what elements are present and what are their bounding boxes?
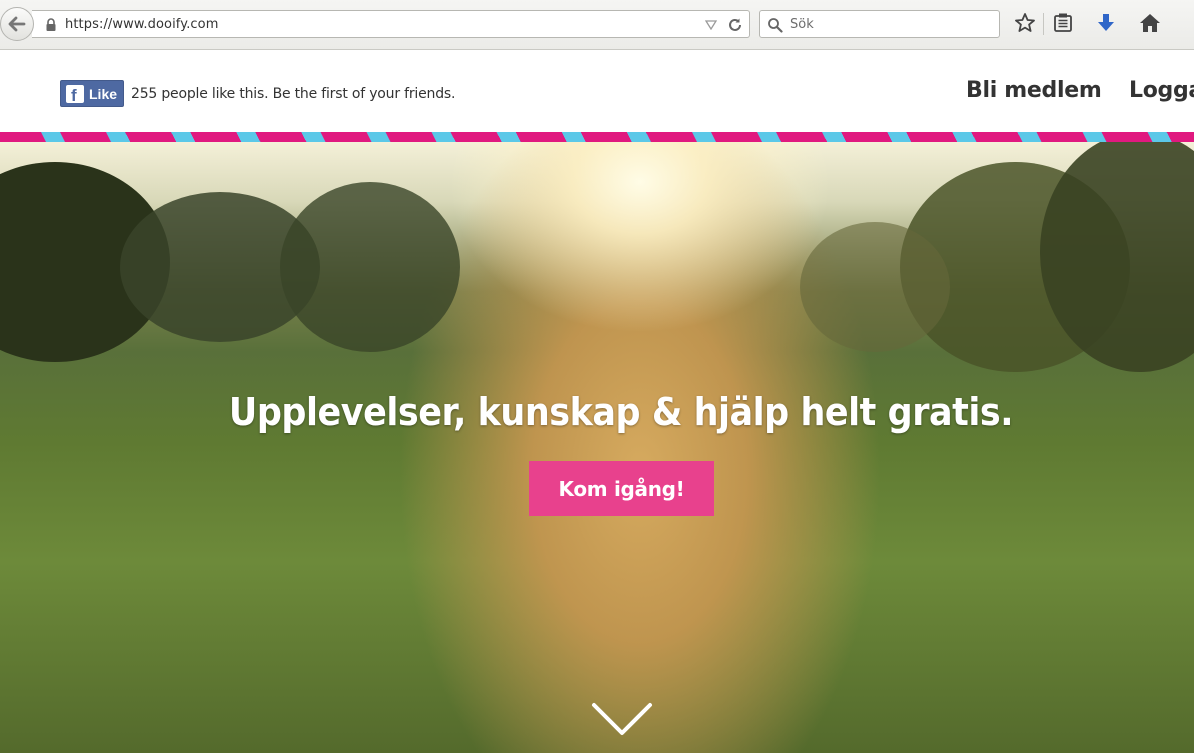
- background-tree: [280, 182, 460, 352]
- url-text[interactable]: https://www.dooify.com: [65, 17, 219, 32]
- nav-link-bli-medlem[interactable]: Bli medlem: [966, 78, 1102, 103]
- site-header: f Like 255 people like this. Be the firs…: [0, 51, 1194, 132]
- hero-title: Upplevelser, kunskap & hjälp helt gratis…: [228, 390, 1014, 434]
- browser-toolbar: https://www.dooify.com Sök: [0, 0, 1194, 50]
- search-icon: [768, 18, 783, 33]
- home-icon[interactable]: [1139, 12, 1161, 34]
- facebook-like-count: 255 people like this. Be the first of yo…: [131, 86, 456, 102]
- download-icon[interactable]: [1096, 12, 1116, 34]
- chevron-down-icon[interactable]: [591, 702, 653, 738]
- lock-icon: [46, 18, 56, 31]
- search-input[interactable]: Sök: [759, 10, 1000, 38]
- url-bar[interactable]: https://www.dooify.com: [32, 10, 750, 38]
- back-button[interactable]: [0, 7, 34, 41]
- hero-section: Upplevelser, kunskap & hjälp helt gratis…: [0, 142, 1194, 753]
- back-arrow-icon: [8, 16, 26, 32]
- facebook-icon: f: [66, 84, 84, 103]
- reading-list-icon[interactable]: [1053, 12, 1073, 34]
- dropdown-icon[interactable]: [705, 20, 717, 30]
- toolbar-separator: [1043, 13, 1044, 35]
- reload-icon[interactable]: [726, 16, 744, 34]
- facebook-like-label: Like: [89, 85, 118, 102]
- facebook-like-button[interactable]: f Like: [60, 80, 124, 107]
- nav-link-logga[interactable]: Logga: [1129, 78, 1194, 103]
- bookmark-star-icon[interactable]: [1014, 12, 1036, 34]
- get-started-button[interactable]: Kom igång!: [529, 461, 714, 516]
- search-placeholder: Sök: [790, 17, 814, 32]
- decorative-stripe: [0, 132, 1194, 142]
- background-tree: [800, 222, 950, 352]
